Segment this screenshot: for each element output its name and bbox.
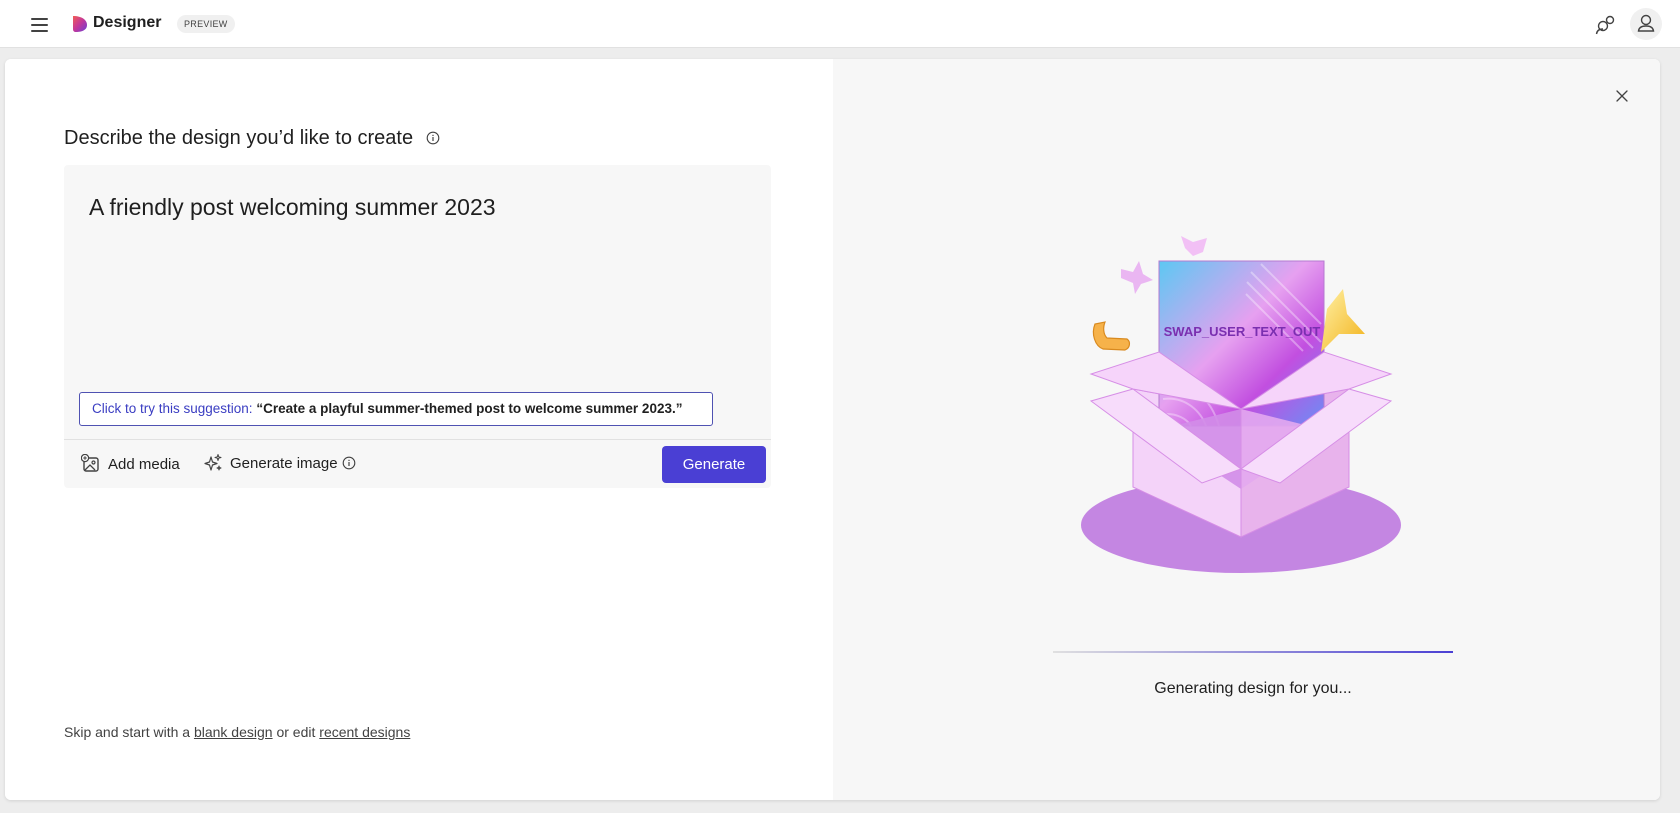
suggestion-button[interactable]: Click to try this suggestion: “Create a …	[79, 392, 713, 426]
designer-logo-icon	[73, 16, 87, 32]
create-design-dialog: Describe the design you’d like to create…	[5, 59, 1660, 800]
add-image-icon	[81, 454, 99, 472]
progress-bar	[1053, 651, 1453, 653]
preview-card-text: SWAP_USER_TEXT_OUT	[1164, 324, 1321, 339]
share-icon[interactable]	[1594, 12, 1618, 36]
preview-badge: PREVIEW	[177, 15, 235, 33]
skip-footer: Skip and start with a blank design or ed…	[64, 724, 410, 740]
footer-middle: or edit	[272, 724, 320, 740]
suggestion-text: “Create a playful summer-themed post to …	[256, 401, 683, 416]
info-icon[interactable]	[342, 456, 356, 470]
sparkle-icon	[204, 454, 222, 471]
generate-image-label: Generate image	[230, 454, 338, 472]
info-icon[interactable]	[426, 131, 440, 145]
status-text: Generating design for you...	[1154, 680, 1352, 697]
generate-button[interactable]: Generate	[662, 446, 766, 483]
prompt-card: A friendly post welcoming summer 2023 Cl…	[64, 165, 771, 488]
prompt-pane: Describe the design you’d like to create…	[5, 59, 833, 800]
gift-box-illustration: SWAP_USER_TEXT_OUT	[1081, 236, 1401, 573]
add-media-label: Add media	[108, 455, 180, 473]
prompt-heading: Describe the design you’d like to create	[64, 127, 414, 149]
recent-designs-link[interactable]: recent designs	[319, 724, 410, 740]
add-media-button[interactable]: Add media	[81, 452, 180, 476]
person-icon	[1637, 14, 1655, 32]
blank-design-link[interactable]: blank design	[194, 724, 273, 740]
hamburger-menu-icon[interactable]	[28, 14, 52, 34]
close-icon[interactable]	[1614, 88, 1630, 104]
app-title: Designer	[93, 14, 162, 31]
footer-prefix: Skip and start with a	[64, 724, 194, 740]
account-button[interactable]	[1630, 8, 1662, 40]
prompt-textarea[interactable]: A friendly post welcoming summer 2023	[89, 192, 739, 222]
progress-fill	[1053, 651, 1453, 653]
preview-pane: SWAP_USER_TEXT_OUT Generating design for…	[833, 59, 1660, 800]
divider	[64, 439, 771, 440]
generate-image-button[interactable]: Generate image	[203, 451, 356, 475]
top-bar: Designer PREVIEW	[0, 0, 1680, 48]
suggestion-lead: Click to try this suggestion:	[92, 401, 257, 416]
